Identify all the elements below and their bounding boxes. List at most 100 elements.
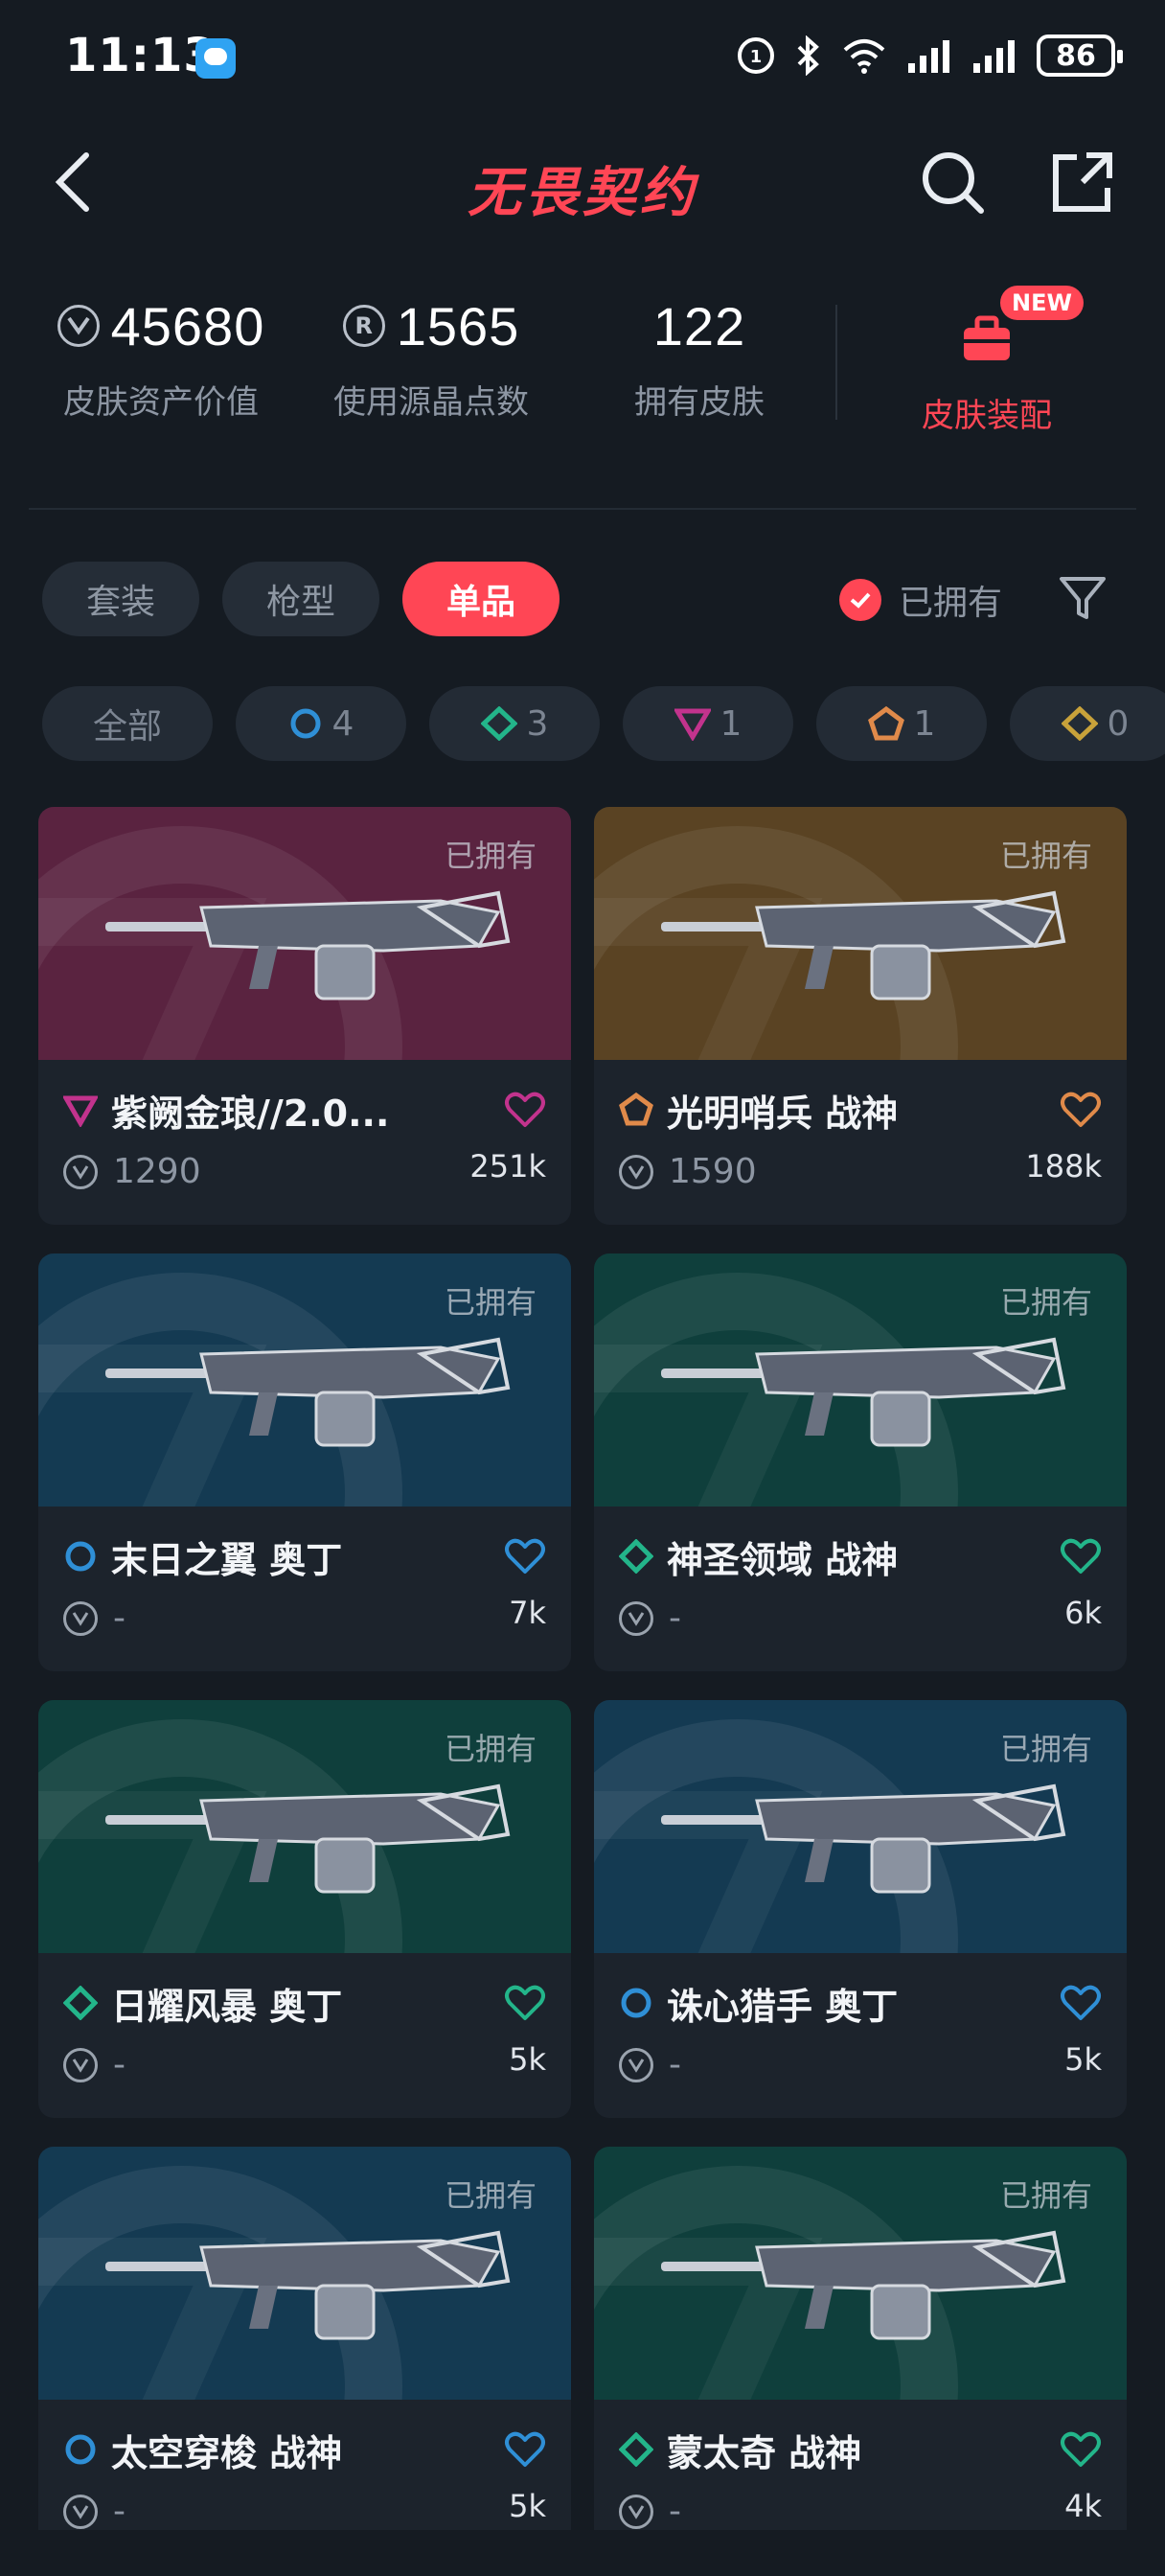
status-time: 11:13 [65,29,217,82]
outfit-label: 皮肤装配 [922,397,1052,435]
likes-count: 7k [509,1595,546,1631]
stats-divider [835,305,837,420]
skin-image: 已拥有 [38,2147,571,2400]
stat-asset-value: 45680 皮肤资产价值 [27,288,295,423]
skin-image: 已拥有 [594,1254,1127,1506]
chip-deluxe[interactable]: 3 [429,686,600,761]
skin-price: - [113,1598,126,1638]
owned-filter-toggle[interactable]: 已拥有 [839,575,1002,625]
skin-card[interactable]: 已拥有 紫阙金琅//2.0... 1290 251k [38,807,571,1225]
status-icons: 1 86 [736,34,1123,77]
owned-tag: 已拥有 [999,838,1092,874]
wifi-icon [843,39,885,74]
skin-card[interactable]: 已拥有 末日之翼 奥丁 - 7k [38,1254,571,1671]
stat-label: 拥有皮肤 [634,383,765,422]
skin-card[interactable]: 已拥有 神圣领域 战神 - 6k [594,1254,1127,1671]
price-row: - [619,2492,681,2530]
skin-price: 1290 [113,1152,201,1191]
diamond-tier-icon [619,1539,653,1574]
circle-tier-icon [290,708,321,739]
divider [29,508,1136,510]
skin-name-row: 蒙太奇 战神 [619,2423,1102,2476]
skin-card[interactable]: 已拥有 诛心猎手 奥丁 - 5k [594,1700,1127,2118]
price-row: - [619,2045,681,2084]
stat-value: 122 [652,295,746,356]
skin-name: 光明哨兵 战神 [667,1092,899,1135]
vp-icon [63,1600,98,1636]
skin-card[interactable]: 已拥有 日耀风暴 奥丁 - 5k [38,1700,571,2118]
stat-label: 皮肤资产价值 [63,383,259,422]
chip-count: 4 [331,703,354,744]
chip-select[interactable]: 0 [1010,686,1165,761]
chip-count: 1 [913,703,936,744]
chip-all[interactable]: 全部 [42,686,213,761]
likes-count: 5k [509,2488,546,2524]
briefcase-icon [964,315,1010,360]
skin-price: - [113,2492,126,2530]
skin-price: 1590 [669,1152,757,1191]
chip-ultra[interactable]: 1 [816,686,987,761]
skin-card[interactable]: 已拥有 光明哨兵 战神 1590 188k [594,807,1127,1225]
owned-tag: 已拥有 [444,1731,537,1767]
vp-icon [619,2047,653,2082]
tab-weapon-types[interactable]: 枪型 [222,562,380,636]
vp-icon [57,305,100,347]
vp-icon [619,1154,653,1189]
price-row: 1590 [619,1152,757,1191]
heart-icon[interactable] [1060,1091,1102,1129]
owned-filter-label: 已拥有 [899,584,1003,623]
skin-price: - [669,2492,681,2530]
battery-level: 86 [1056,38,1096,73]
search-icon[interactable] [918,148,987,217]
skin-card[interactable]: 已拥有 太空穿梭 战神 - 5k [38,2147,571,2530]
chip-premium[interactable]: 4 [236,686,406,761]
heart-icon[interactable] [504,1091,546,1129]
likes-count: 5k [509,2041,546,2078]
heart-icon[interactable] [504,1984,546,2022]
heart-icon[interactable] [504,1537,546,1576]
skin-name: 太空穿梭 战神 [111,2431,343,2474]
tab-bundles[interactable]: 套装 [42,562,200,636]
weapon-icon [661,1783,1066,1894]
chip-exclusive[interactable]: 1 [623,686,793,761]
skin-name-row: 紫阙金琅//2.0... [63,1083,546,1137]
chip-count: 1 [720,703,742,744]
skin-outfit-button[interactable]: 皮肤装配 [872,288,1102,436]
share-icon[interactable] [1048,148,1117,217]
triangle-tier-icon [674,708,711,741]
likes-count: 251k [469,1148,546,1184]
heart-icon[interactable] [504,2430,546,2469]
pentagon-tier-icon [619,1092,653,1126]
heart-icon[interactable] [1060,1984,1102,2022]
filter-funnel-icon[interactable] [1056,571,1109,625]
price-row: 1290 [63,1152,201,1191]
owned-tag: 已拥有 [444,1284,537,1321]
tier-filter-chips: 全部 4 3 1 1 0 [42,686,1165,761]
skin-name-row: 诛心猎手 奥丁 [619,1976,1102,2030]
likes-count: 188k [1025,1148,1102,1184]
diamond-tier-icon [480,706,517,741]
price-row: - [63,2492,126,2530]
skin-card[interactable]: 已拥有 蒙太奇 战神 - 4k [594,2147,1127,2530]
check-icon [839,579,881,621]
heart-icon[interactable] [1060,1537,1102,1576]
vp-icon [619,2494,653,2529]
owned-tag: 已拥有 [999,1284,1092,1321]
heart-icon[interactable] [1060,2430,1102,2469]
circle-tier-icon [621,1988,651,2018]
owned-tag: 已拥有 [444,838,537,874]
tab-single-items[interactable]: 单品 [402,562,560,636]
vp-icon [619,1600,653,1636]
skin-name: 末日之翼 奥丁 [111,1538,343,1581]
skin-name-row: 光明哨兵 战神 [619,1083,1102,1137]
skin-price: - [113,2045,126,2084]
skin-name: 日耀风暴 奥丁 [111,1985,343,2028]
chip-count: 0 [1107,703,1130,744]
stats-panel: 45680 皮肤资产价值 R 1565 使用源晶点数 122 拥有皮肤 NEW … [0,286,1165,450]
owned-tag: 已拥有 [999,2177,1092,2214]
likes-count: 5k [1064,2041,1102,2078]
stat-radianite-points: R 1565 使用源晶点数 [297,288,565,423]
skin-image: 已拥有 [38,1700,571,1953]
skin-name-row: 神圣领域 战神 [619,1530,1102,1583]
diamond-tier-icon [619,2432,653,2467]
